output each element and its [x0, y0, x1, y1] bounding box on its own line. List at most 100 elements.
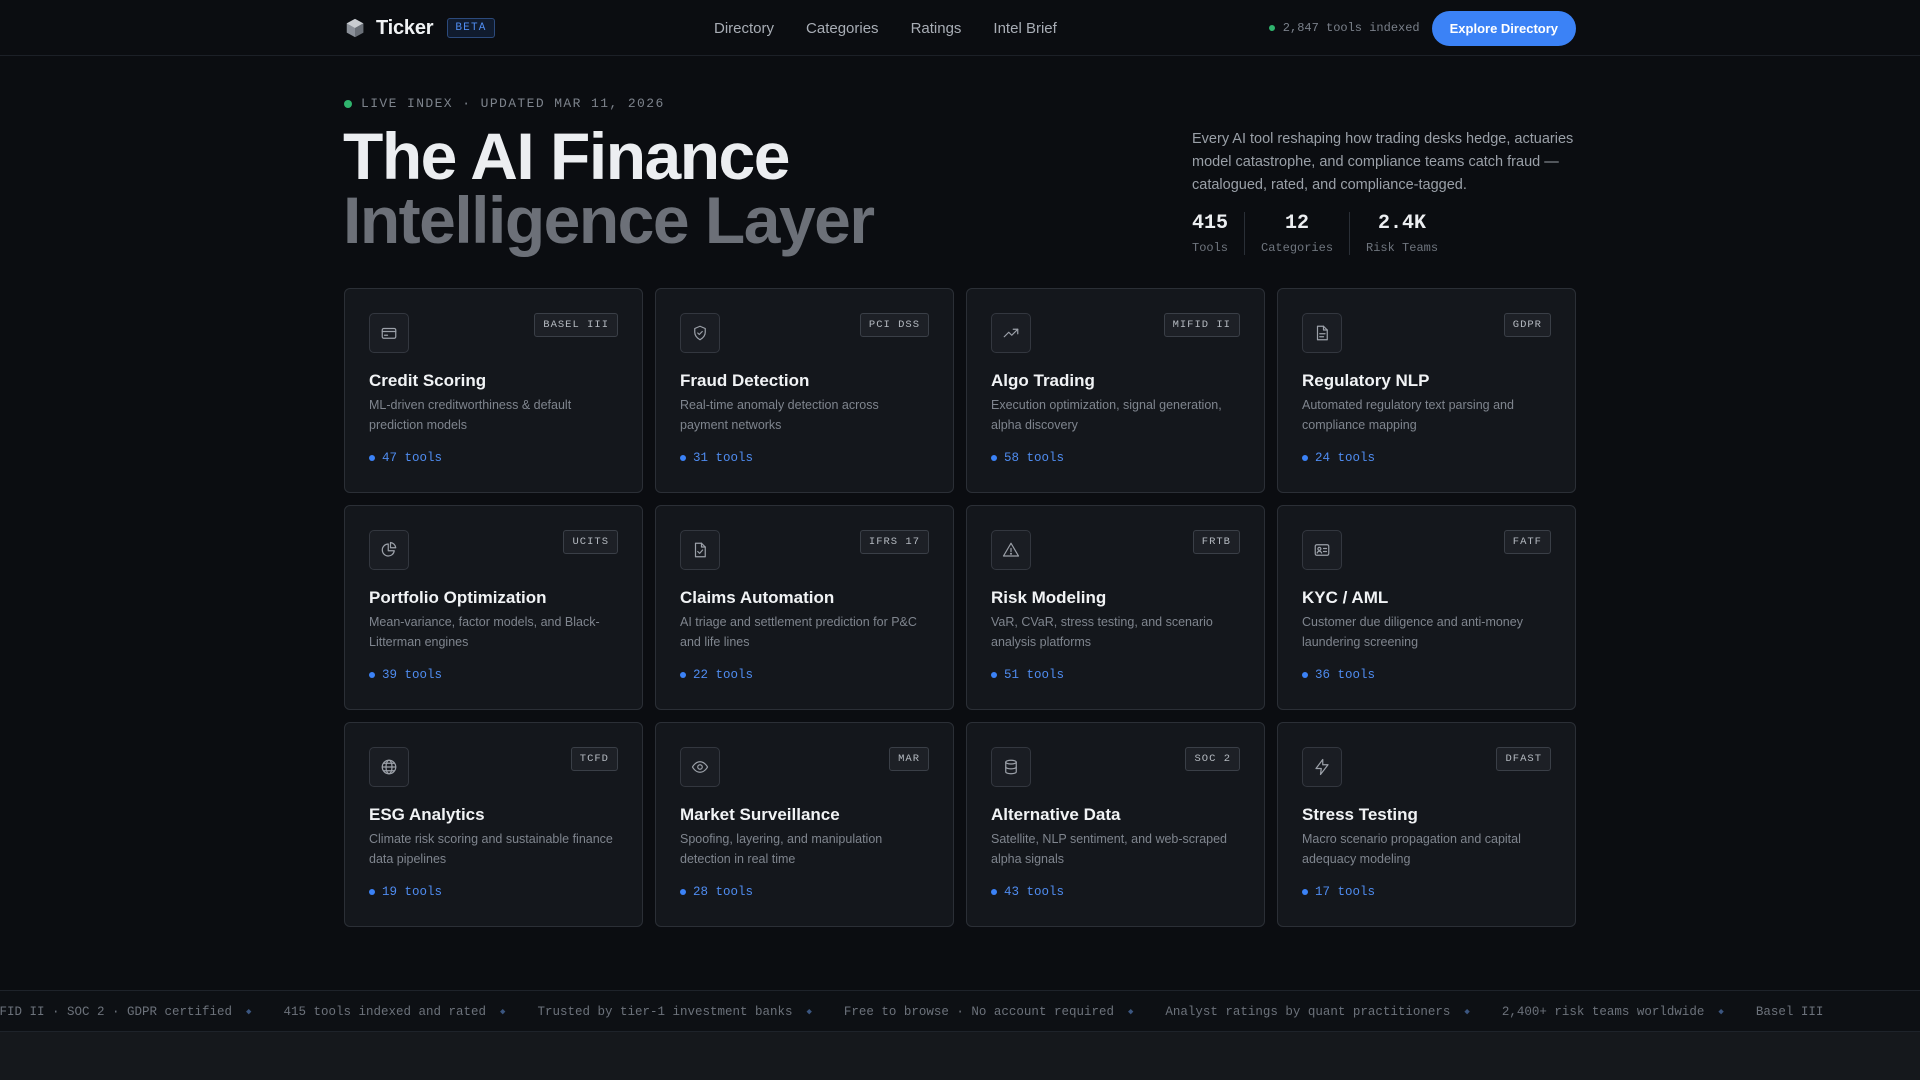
- title-line-2: Intelligence Layer: [343, 183, 875, 257]
- tool-count-text: 24 tools: [1315, 451, 1376, 465]
- tool-count: 19 tools: [369, 885, 442, 899]
- brand[interactable]: Ticker BETA: [344, 17, 495, 40]
- ticker-item: Basel III: [1756, 1005, 1856, 1019]
- database-icon: [1005, 759, 1017, 775]
- category-card-kyc-aml[interactable]: FATF KYC / AML Customer due diligence and …: [1277, 505, 1576, 710]
- count-dot-icon: [1302, 455, 1308, 461]
- card-icon-box: [680, 530, 720, 570]
- category-card-market-surveillance[interactable]: MAR Market Surveillance Spoofing, layering…: [655, 722, 954, 927]
- stat-label: Tools: [1192, 241, 1229, 255]
- card-icon-box: [1302, 747, 1342, 787]
- category-card-credit-scoring[interactable]: BASEL III Credit Scoring ML-driven creditw…: [344, 288, 643, 493]
- stat-value: 415: [1192, 212, 1229, 235]
- tool-count: 36 tools: [1302, 668, 1375, 682]
- ticker-text: Trusted by tier-1 investment banks: [537, 1005, 793, 1019]
- category-card-claims-automation[interactable]: IFRS 17 Claims Automation AI triage and se…: [655, 505, 954, 710]
- card-title: Portfolio Optimization: [369, 588, 547, 607]
- ticker-text: Free to browse · No account required: [843, 1005, 1114, 1019]
- category-card-alternative-data[interactable]: SOC 2 Alternative Data Satellite, NLP sent…: [966, 722, 1265, 927]
- status-dot-icon: [1268, 25, 1275, 31]
- hero-stats: 415 Tools 12 Categories 2.4K Risk Teams: [1192, 212, 1454, 255]
- category-card-regulatory-nlp[interactable]: GDPR Regulatory NLP Automated regulatory t…: [1277, 288, 1576, 493]
- nav-link-ratings[interactable]: Ratings: [911, 20, 962, 37]
- stat-tools: 415 Tools: [1192, 212, 1244, 255]
- nav-link-directory[interactable]: Directory: [714, 20, 774, 37]
- nav-link-intel-brief[interactable]: Intel Brief: [993, 20, 1056, 37]
- compliance-tag: UCITS: [563, 530, 618, 554]
- card-title: Claims Automation: [680, 588, 835, 607]
- count-dot-icon: [680, 889, 686, 895]
- pie-chart-icon: [381, 541, 397, 557]
- card-icon-box: [1302, 530, 1342, 570]
- tool-count-text: 19 tools: [382, 885, 443, 899]
- count-dot-icon: [991, 672, 997, 678]
- count-dot-icon: [369, 455, 375, 461]
- credit-card-icon: [381, 327, 397, 339]
- card-title: Stress Testing: [1302, 805, 1418, 824]
- compliance-tag: GDPR: [1503, 313, 1551, 337]
- live-dot-icon: [344, 99, 352, 108]
- card-title: Regulatory NLP: [1302, 371, 1430, 390]
- brand-name: Ticker: [376, 16, 434, 39]
- stat-label: Categories: [1261, 241, 1334, 255]
- card-icon-box: [680, 747, 720, 787]
- count-dot-icon: [1302, 889, 1308, 895]
- compliance-tag: IFRS 17: [859, 530, 929, 554]
- card-icon-box: [991, 530, 1031, 570]
- count-dot-icon: [991, 455, 997, 461]
- compliance-tag: MAR: [889, 747, 929, 771]
- compliance-tag: FRTB: [1192, 530, 1240, 554]
- compliance-tag: PCI DSS: [859, 313, 929, 337]
- count-dot-icon: [369, 889, 375, 895]
- diamond-separator-icon: ◆: [246, 1007, 252, 1017]
- ticker-text: 2,400+ risk teams worldwide: [1501, 1005, 1705, 1019]
- explore-directory-button[interactable]: Explore Directory: [1431, 10, 1576, 46]
- stat-label: Risk Teams: [1366, 241, 1439, 255]
- ticker-text: iFID II · SOC 2 · GDPR certified: [0, 1005, 233, 1019]
- card-title: Alternative Data: [991, 805, 1121, 824]
- tool-count: 39 tools: [369, 668, 442, 682]
- category-card-fraud-detection[interactable]: PCI DSS Fraud Detection Real-time anomaly …: [655, 288, 954, 493]
- compliance-tag: SOC 2: [1185, 747, 1240, 771]
- page-title: The AI Finance Intelligence Layer: [343, 119, 875, 257]
- compliance-tag: TCFD: [570, 747, 618, 771]
- title-line-1: The AI Finance: [343, 119, 790, 193]
- diamond-separator-icon: ◆: [1127, 1007, 1134, 1017]
- diamond-separator-icon: ◆: [806, 1007, 812, 1017]
- count-dot-icon: [680, 455, 686, 461]
- category-card-algo-trading[interactable]: MIFID II Algo Trading Execution optimizati…: [966, 288, 1265, 493]
- compliance-tag: FATF: [1503, 530, 1551, 554]
- tool-count: 31 tools: [680, 451, 753, 465]
- card-description: Spoofing, layering, and manipulation det…: [680, 832, 883, 866]
- card-description: VaR, CVaR, stress testing, and scenario …: [991, 615, 1213, 649]
- card-description: Climate risk scoring and sustainable fin…: [369, 832, 613, 866]
- nav-link-categories[interactable]: Categories: [806, 20, 879, 37]
- compliance-tag: MIFID II: [1163, 313, 1240, 337]
- card-title: Risk Modeling: [991, 588, 1107, 607]
- file-check-icon: [694, 542, 706, 558]
- card-title: ESG Analytics: [369, 805, 485, 824]
- ticker-bar: iFID II · SOC 2 · GDPR certified ◆ 415 too…: [0, 990, 1920, 1032]
- tool-count: 51 tools: [991, 668, 1064, 682]
- live-index-text: LIVE INDEX · UPDATED MAR 11, 2026: [361, 96, 665, 111]
- tool-count: 22 tools: [680, 668, 753, 682]
- ticker-item: Analyst ratings by quant practitioners ◆: [1165, 1005, 1501, 1019]
- category-card-esg-analytics[interactable]: TCFD ESG Analytics Climate risk scoring an…: [344, 722, 643, 927]
- category-card-risk-modeling[interactable]: FRTB Risk Modeling VaR, CVaR, stress testi…: [966, 505, 1265, 710]
- ticker-track: iFID II · SOC 2 · GDPR certified ◆ 415 too…: [0, 991, 1856, 1031]
- tool-count: 58 tools: [991, 451, 1064, 465]
- ticker-text: Analyst ratings by quant practitioners: [1165, 1005, 1451, 1019]
- ticker-text: Basel III: [1755, 1005, 1824, 1019]
- category-card-stress-testing[interactable]: DFAST Stress Testing Macro scenario propag…: [1277, 722, 1576, 927]
- id-card-icon: [1314, 544, 1330, 556]
- nav-links: Directory Categories Ratings Intel Brief: [714, 20, 1057, 37]
- category-card-portfolio-optimization[interactable]: UCITS Portfolio Optimization Mean-variance…: [344, 505, 643, 710]
- card-description: Real-time anomaly detection across payme…: [680, 398, 879, 432]
- logo-icon: [346, 18, 364, 38]
- ticker-item: 415 tools indexed and rated ◆: [283, 1005, 537, 1019]
- beta-badge: BETA: [447, 18, 495, 38]
- footer-band: [0, 1032, 1920, 1080]
- card-icon-box: [991, 747, 1031, 787]
- tool-count: 17 tools: [1302, 885, 1375, 899]
- card-description: Customer due diligence and anti-money la…: [1302, 615, 1523, 649]
